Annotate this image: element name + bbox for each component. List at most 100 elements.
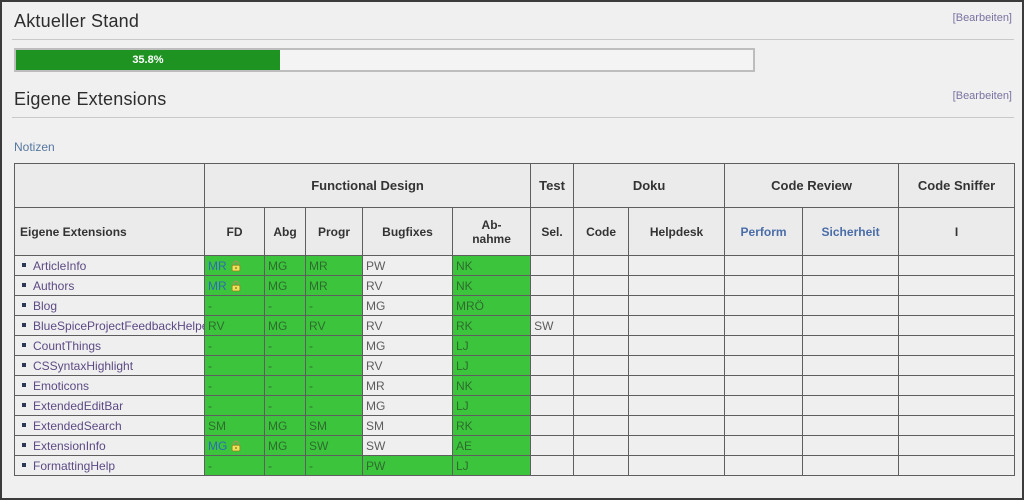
col-header-helpdesk: Helpdesk [629, 208, 725, 256]
bullet-icon [22, 343, 26, 347]
cell-abg: - [265, 356, 306, 376]
cell-progr: - [306, 456, 363, 476]
abnahme-line1: Ab- [482, 218, 502, 232]
cell-abg: MG [265, 316, 306, 336]
extension-link[interactable]: ExtendedSearch [33, 419, 122, 433]
col-header-sel: Sel. [531, 208, 574, 256]
extension-link[interactable]: CSSyntaxHighlight [33, 359, 133, 373]
cell-sniffer [899, 336, 1015, 356]
cell-sicherheit [803, 296, 899, 316]
cell-progr: - [306, 376, 363, 396]
cell-extension-name: Emoticons [15, 376, 205, 396]
cell-perform [725, 456, 803, 476]
extension-link[interactable]: FormattingHelp [33, 459, 115, 473]
cell-sel [531, 396, 574, 416]
cell-progr: MR [306, 256, 363, 276]
cell-perform [725, 396, 803, 416]
cell-link[interactable]: MR [208, 279, 227, 293]
cell-progr: RV [306, 316, 363, 336]
cell-code [574, 416, 629, 436]
extension-link[interactable]: Emoticons [33, 379, 89, 393]
extension-link[interactable]: CountThings [33, 339, 101, 353]
cell-fd: - [205, 376, 265, 396]
table-row: ExtensionInfoMGMGSWSWAE [15, 436, 1015, 456]
cell-progr: SW [306, 436, 363, 456]
col-header-abnahme: Ab-nahme [453, 208, 531, 256]
group-header-functional-design: Functional Design [205, 164, 531, 208]
cell-abg: - [265, 456, 306, 476]
bullet-icon [22, 363, 26, 367]
cell-sel [531, 416, 574, 436]
cell-fd: - [205, 356, 265, 376]
cell-link[interactable]: MG [208, 439, 227, 453]
edit-link[interactable]: [Bearbeiten] [953, 12, 1012, 24]
extension-link[interactable]: ArticleInfo [33, 259, 86, 273]
cell-code [574, 296, 629, 316]
progress-bar-fill: 35.8% [16, 50, 280, 70]
group-header-code-review: Code Review [725, 164, 899, 208]
cell-helpdesk [629, 456, 725, 476]
cell-abg: MG [265, 416, 306, 436]
cell-perform [725, 356, 803, 376]
table-row: BlueSpiceProjectFeedbackHelperRVMGRVRVRK… [15, 316, 1015, 336]
cell-extension-name: ExtendedEditBar [15, 396, 205, 416]
cell-helpdesk [629, 416, 725, 436]
cell-code [574, 276, 629, 296]
cell-sniffer [899, 356, 1015, 376]
cell-bugfixes: MG [363, 296, 453, 316]
cell-extension-name: BlueSpiceProjectFeedbackHelper [15, 316, 205, 336]
extension-link[interactable]: Authors [33, 279, 74, 293]
cell-fd: - [205, 456, 265, 476]
cell-perform [725, 316, 803, 336]
edit-link[interactable]: [Bearbeiten] [953, 90, 1012, 102]
cell-abnahme: MRÖ [453, 296, 531, 316]
cell-progr: - [306, 336, 363, 356]
wiki-page: Aktueller Stand [Bearbeiten] 35.8% Eigen… [0, 0, 1024, 500]
cell-perform [725, 336, 803, 356]
cell-progr: MR [306, 276, 363, 296]
col-header-sniffer: I [899, 208, 1015, 256]
cell-code [574, 376, 629, 396]
extension-link[interactable]: ExtensionInfo [33, 439, 106, 453]
table-row: ExtendedSearchSMMGSMSMRK [15, 416, 1015, 436]
extension-link[interactable]: ExtendedEditBar [33, 399, 123, 413]
bullet-icon [22, 443, 26, 447]
notizen-link[interactable]: Notizen [14, 140, 55, 154]
cell-helpdesk [629, 396, 725, 416]
cell-sniffer [899, 256, 1015, 276]
bullet-icon [22, 263, 26, 267]
extensions-status-table: Functional Design Test Doku Code Review … [14, 163, 1015, 476]
cell-abnahme: NK [453, 276, 531, 296]
cell-helpdesk [629, 276, 725, 296]
table-row: FormattingHelp---PWLJ [15, 456, 1015, 476]
table-row: Blog---MGMRÖ [15, 296, 1015, 316]
cell-abnahme: LJ [453, 456, 531, 476]
extension-link[interactable]: BlueSpiceProjectFeedbackHelper [33, 319, 205, 333]
cell-abg: - [265, 396, 306, 416]
perform-link[interactable]: Perform [741, 225, 787, 239]
cell-fd: - [205, 396, 265, 416]
cell-sicherheit [803, 436, 899, 456]
cell-helpdesk [629, 376, 725, 396]
cell-sniffer [899, 456, 1015, 476]
col-header-code: Code [574, 208, 629, 256]
cell-sniffer [899, 316, 1015, 336]
cell-abg: MG [265, 276, 306, 296]
progress-percent: 35.8% [132, 54, 163, 66]
cell-fd: MR [205, 276, 265, 296]
bullet-icon [22, 423, 26, 427]
cell-code [574, 256, 629, 276]
extension-link[interactable]: Blog [33, 299, 57, 313]
sicherheit-link[interactable]: Sicherheit [822, 225, 880, 239]
cell-bugfixes: MR [363, 376, 453, 396]
cell-abg: MG [265, 256, 306, 276]
cell-code [574, 436, 629, 456]
group-header-row: Functional Design Test Doku Code Review … [15, 164, 1015, 208]
cell-perform [725, 276, 803, 296]
cell-extension-name: Blog [15, 296, 205, 316]
cell-extension-name: Authors [15, 276, 205, 296]
abnahme-line2: nahme [472, 232, 511, 246]
col-header-abg: Abg [265, 208, 306, 256]
cell-bugfixes: PW [363, 456, 453, 476]
cell-link[interactable]: MR [208, 259, 227, 273]
